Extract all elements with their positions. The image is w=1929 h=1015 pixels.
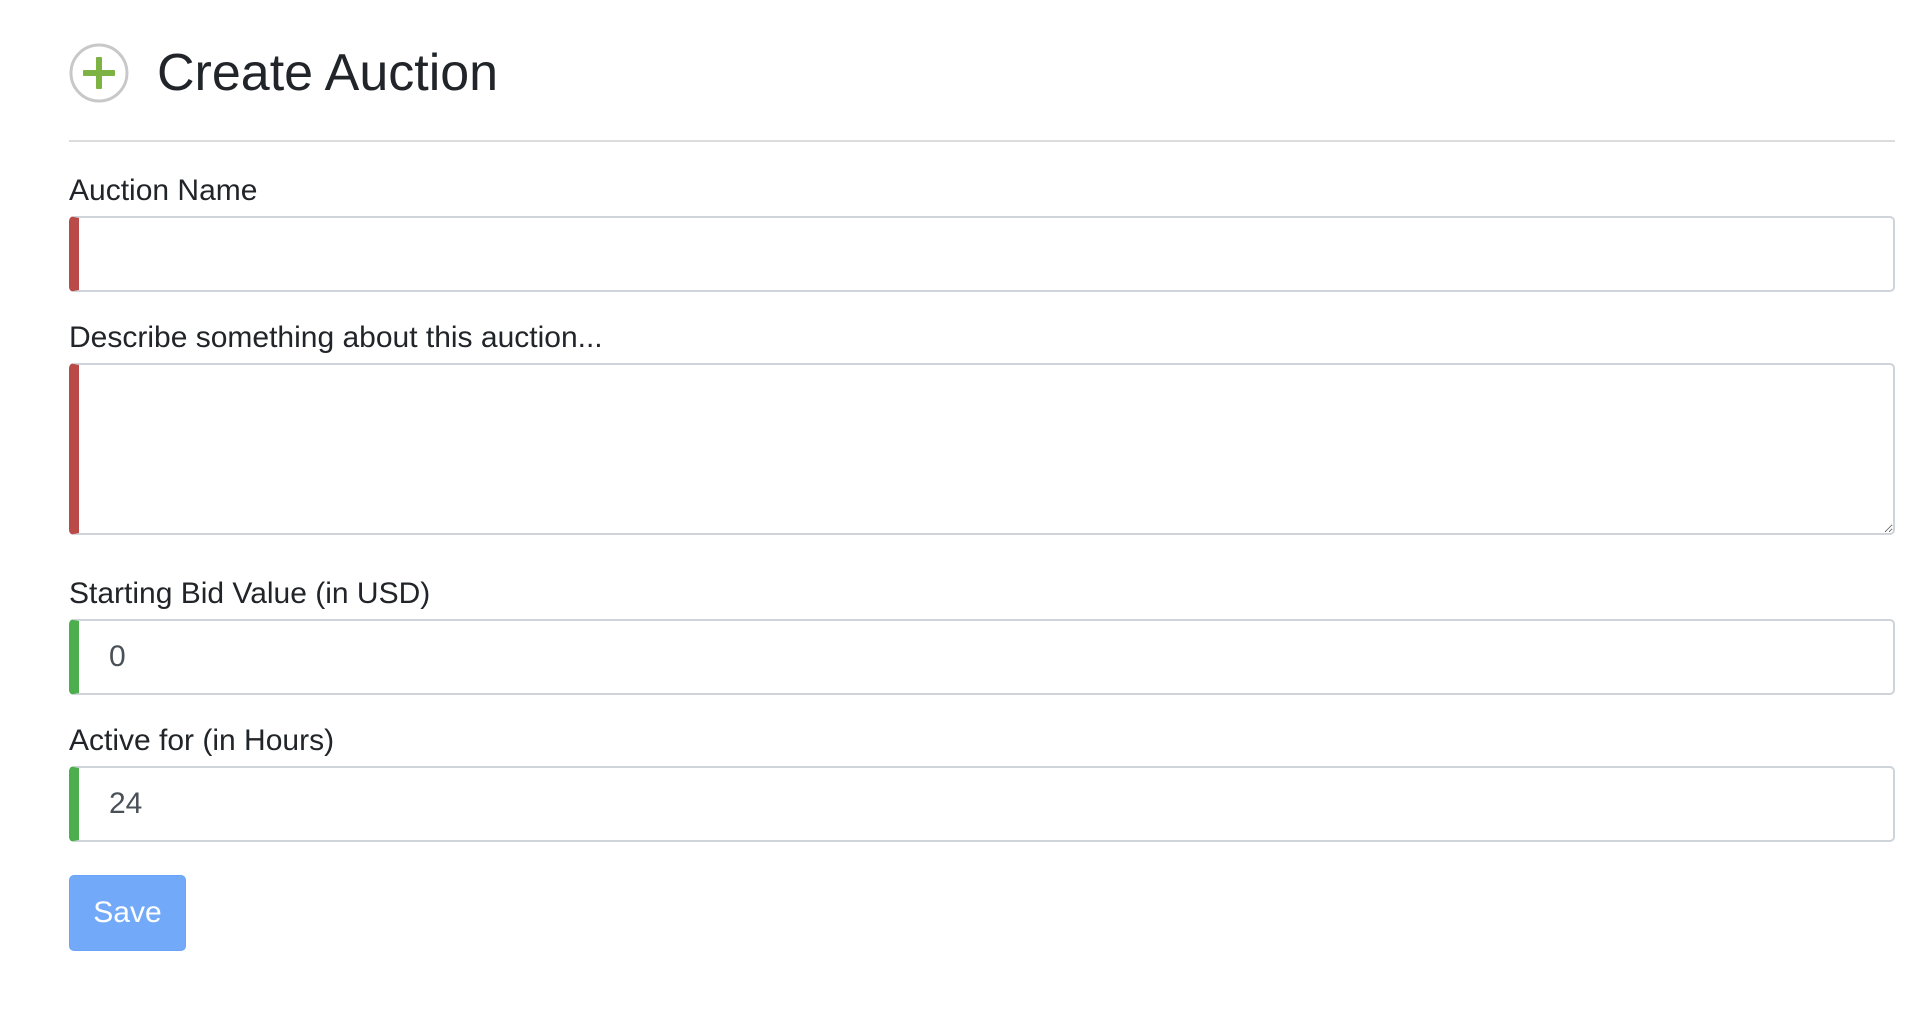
page-title: Create Auction — [157, 44, 499, 102]
starting-bid-input[interactable] — [69, 619, 1895, 695]
auction-description-textarea[interactable] — [69, 363, 1895, 535]
plus-circle-icon — [69, 43, 129, 103]
auction-name-input[interactable] — [69, 216, 1895, 292]
auction-name-label: Auction Name — [69, 174, 258, 207]
page-header: Create Auction — [69, 36, 1895, 110]
header-divider — [69, 140, 1895, 142]
save-button[interactable]: Save — [69, 875, 186, 951]
auction-description-label: Describe something about this auction... — [69, 321, 603, 354]
active-hours-label: Active for (in Hours) — [69, 724, 335, 757]
create-auction-form-container: Create Auction Auction Name Describe som… — [69, 36, 1895, 951]
active-hours-input[interactable] — [69, 766, 1895, 842]
starting-bid-label: Starting Bid Value (in USD) — [69, 577, 431, 610]
